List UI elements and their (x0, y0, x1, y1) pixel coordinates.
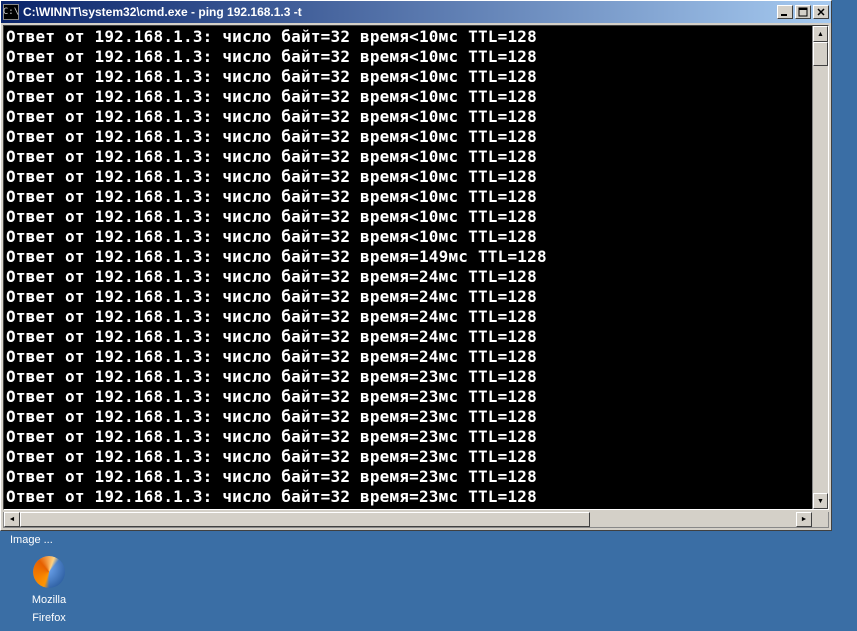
vertical-scroll-thumb[interactable] (813, 42, 828, 66)
horizontal-scroll-thumb[interactable] (20, 512, 590, 527)
scroll-down-button[interactable] (813, 493, 828, 509)
window-controls (777, 5, 829, 19)
minimize-button[interactable] (777, 5, 793, 19)
titlebar[interactable]: C:\ C:\WINNT\system32\cmd.exe - ping 192… (1, 1, 831, 23)
firefox-icon (33, 556, 65, 588)
window-title: C:\WINNT\system32\cmd.exe - ping 192.168… (23, 5, 777, 19)
scroll-up-button[interactable] (813, 26, 828, 42)
vertical-scroll-track[interactable] (813, 42, 828, 493)
scrollbar-corner (812, 512, 828, 527)
cmd-icon: C:\ (3, 4, 19, 20)
maximize-button[interactable] (795, 5, 811, 19)
desktop-truncated-label: Image ... (10, 534, 53, 546)
firefox-label-line1: Mozilla (31, 594, 67, 607)
client-area: Ответ от 192.168.1.3: число байт=32 врем… (3, 25, 829, 510)
horizontal-scrollbar (3, 512, 829, 528)
scroll-left-button[interactable] (4, 512, 20, 527)
scroll-right-button[interactable] (796, 512, 812, 527)
cmd-window: C:\ C:\WINNT\system32\cmd.exe - ping 192… (0, 0, 832, 531)
close-button[interactable] (813, 5, 829, 19)
horizontal-scroll-track[interactable] (20, 512, 796, 527)
console-output[interactable]: Ответ от 192.168.1.3: число байт=32 врем… (4, 26, 812, 509)
firefox-label-line2: Firefox (31, 612, 67, 625)
firefox-desktop-icon[interactable]: Mozilla Firefox (14, 556, 84, 626)
vertical-scrollbar (812, 26, 828, 509)
